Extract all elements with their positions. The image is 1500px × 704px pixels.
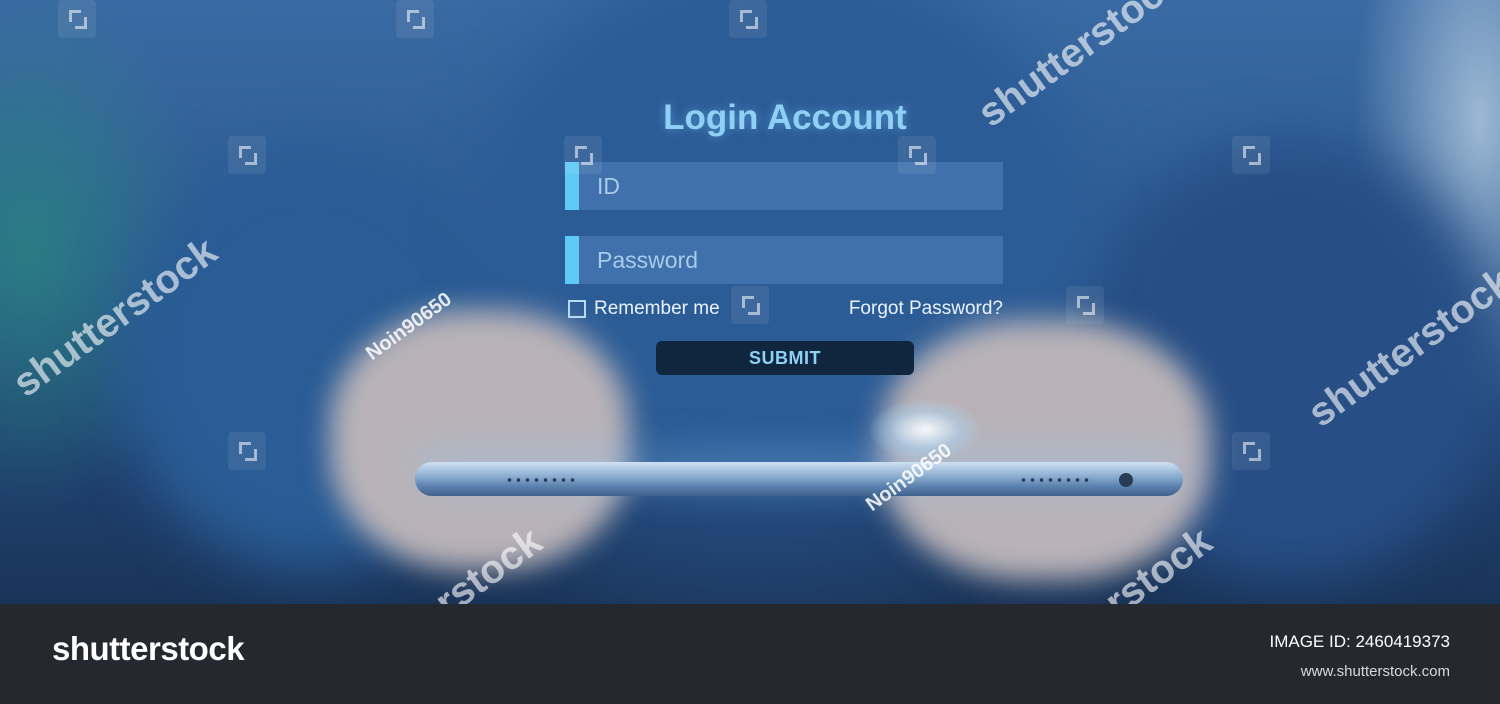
watermark-square-icon	[396, 0, 434, 38]
id-field[interactable]	[565, 162, 1003, 210]
shutterstock-logo: shutterstock	[52, 630, 245, 667]
watermark-square-icon	[1232, 136, 1270, 174]
watermark-square-icon	[58, 0, 96, 38]
watermark-square-icon	[729, 0, 767, 38]
submit-button[interactable]: SUBMIT	[656, 341, 914, 375]
watermark-square-icon	[228, 136, 266, 174]
watermark-square-icon	[898, 136, 936, 174]
background-photo: Login Account Remember me Forgot Passwor…	[0, 0, 1500, 604]
watermark-square-icon	[564, 136, 602, 174]
watermark-square-icon	[228, 432, 266, 470]
tablet	[415, 462, 1183, 496]
password-input[interactable]	[579, 236, 1003, 284]
image-id-value: 2460419373	[1355, 632, 1450, 651]
footer-bar: shutterstock IMAGE ID: 2460419373 www.sh…	[0, 604, 1500, 704]
login-title: Login Account	[663, 98, 907, 137]
image-id-label: IMAGE ID:	[1269, 632, 1351, 651]
tablet-speaker-right	[1019, 477, 1091, 483]
id-input[interactable]	[579, 162, 1003, 210]
image-id: IMAGE ID: 2460419373	[1269, 632, 1450, 652]
password-field[interactable]	[565, 236, 1003, 284]
watermark-square-icon	[1066, 286, 1104, 324]
tablet-speaker-left	[505, 477, 577, 483]
watermark-square-icon	[731, 286, 769, 324]
remember-me[interactable]: Remember me	[568, 298, 720, 320]
remember-label: Remember me	[594, 298, 720, 319]
watermark-square-icon	[1232, 432, 1270, 470]
forgot-password-link[interactable]: Forgot Password?	[849, 298, 1003, 320]
headphone-port	[1119, 473, 1133, 487]
remember-checkbox[interactable]	[568, 300, 586, 318]
site-url: www.shutterstock.com	[1300, 663, 1450, 680]
